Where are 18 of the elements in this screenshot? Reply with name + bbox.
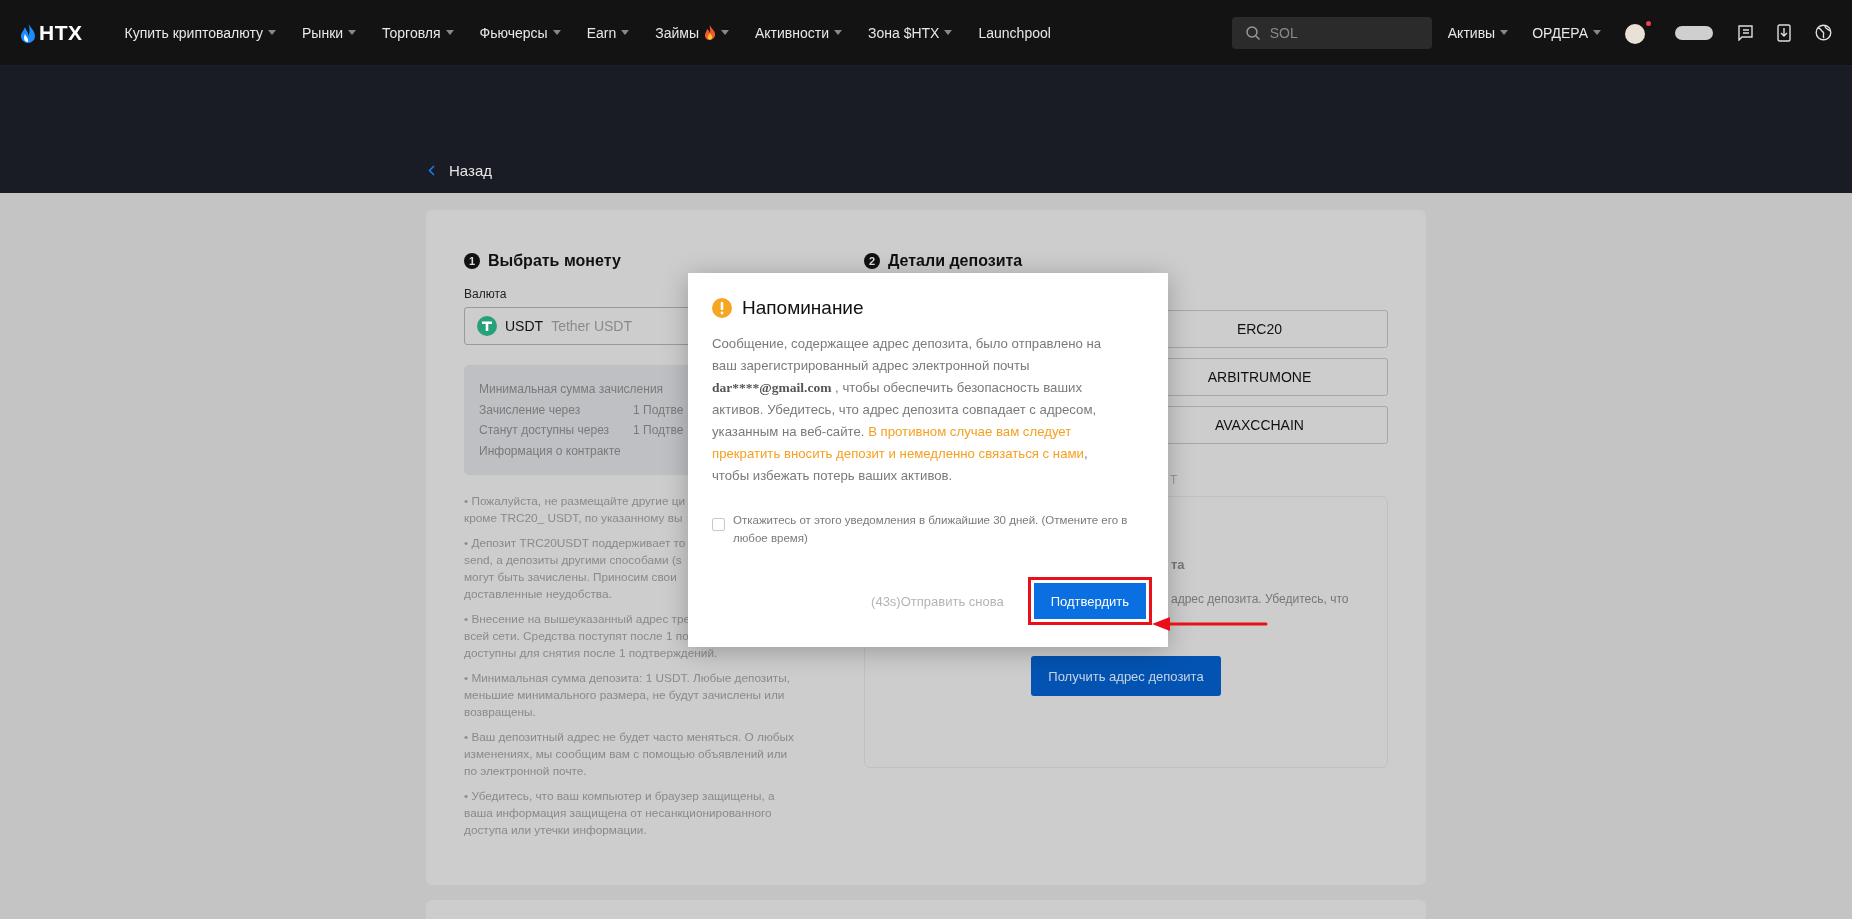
note-text: • Пожалуйста, не размещайте другие ци кроме TRC20_ USDT, по указанному вы — [464, 493, 686, 527]
section-title: Детали депозита — [888, 252, 1023, 270]
info-label: Зачисление через — [479, 402, 581, 417]
step-number: 2 — [864, 253, 880, 269]
info-label: Информация о контракте — [479, 443, 621, 458]
step-number: 1 — [464, 253, 480, 269]
note-text: • Депозит TRC20USDT поддерживает то send, а депозиты другими способами (s могут быть зачислены. Приносим свои доставленные неудобства. — [464, 535, 686, 603]
panel-title: та — [1171, 557, 1185, 572]
section-title: Выбрать монету — [488, 252, 621, 270]
field-label: Валюта — [464, 287, 508, 301]
panel-text: адрес депозита. Убедитесь, что — [1171, 592, 1349, 606]
note-text: • Убедитесь, что ваш компьютер и браузер защищены, а ваша информация защищена от несанкционированного доступа или утечки информации. — [464, 788, 775, 839]
info-label: Минимальная сумма зачисления — [479, 382, 664, 396]
info-label: Станут доступны через — [479, 423, 610, 438]
info-value: 1 Подтве — [633, 423, 684, 438]
note-text: • Минимальная сумма депозита: 1 USDT. Любые депозиты, меньшие минимального размера, не будут зачислены или возвращены. — [464, 670, 791, 721]
info-value: 1 Подтве — [633, 402, 684, 417]
note-text: • Ваш депозитный адрес не будет часто меняться. О любых изменениях, мы сообщим вам с помощью объявлений или по электронной почте. — [464, 729, 794, 780]
